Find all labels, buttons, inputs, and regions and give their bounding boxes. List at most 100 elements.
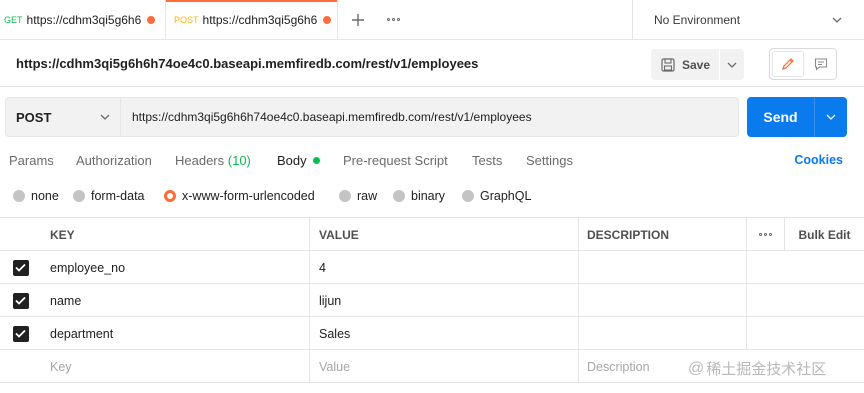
radio-label: none bbox=[31, 189, 59, 203]
row-checkbox[interactable] bbox=[12, 292, 29, 309]
radio-circle-icon bbox=[73, 190, 85, 202]
request-header: https://cdhm3qi5g6h6h74oe4c0.baseapi.mem… bbox=[0, 41, 864, 87]
unsaved-dot-icon bbox=[323, 16, 331, 24]
radio-x-www-form-urlencoded[interactable]: x-www-form-urlencoded bbox=[164, 189, 315, 203]
radio-form-data[interactable]: form-data bbox=[73, 189, 145, 203]
checkmark-icon bbox=[15, 296, 26, 305]
row-check-cell bbox=[0, 317, 41, 350]
key-cell[interactable]: employee_no bbox=[41, 251, 310, 284]
header-check-cell bbox=[0, 218, 41, 251]
edit-mode-button[interactable] bbox=[772, 51, 804, 77]
chevron-down-icon bbox=[832, 17, 842, 23]
cookies-link[interactable]: Cookies bbox=[794, 153, 843, 167]
pencil-icon bbox=[782, 58, 794, 70]
tab-method: POST bbox=[174, 15, 199, 25]
radio-selected-icon bbox=[164, 190, 176, 202]
request-tab-post[interactable]: POST https://cdhm3qi5g6h6 bbox=[166, 0, 338, 40]
radio-label: binary bbox=[411, 189, 446, 203]
view-toggle bbox=[769, 48, 837, 80]
key-cell[interactable]: department bbox=[41, 317, 310, 350]
tab-authorization[interactable]: Authorization bbox=[76, 153, 152, 168]
checkmark-icon bbox=[15, 263, 26, 272]
radio-circle-icon bbox=[462, 190, 474, 202]
radio-label: GraphQL bbox=[480, 189, 532, 203]
tab-body-label: Body bbox=[277, 153, 307, 168]
column-header-value: VALUE bbox=[310, 218, 579, 251]
column-options-button[interactable] bbox=[747, 218, 785, 251]
request-bar: POST bbox=[5, 97, 739, 137]
table-header-row: KEY VALUE DESCRIPTION Bulk Edit bbox=[0, 218, 864, 251]
column-header-key: KEY bbox=[41, 218, 310, 251]
description-cell[interactable] bbox=[579, 251, 747, 284]
row-checkbox[interactable] bbox=[12, 259, 29, 276]
send-button-group: Send bbox=[747, 97, 847, 137]
radio-binary[interactable]: binary bbox=[393, 189, 445, 203]
value-cell[interactable]: 4 bbox=[310, 251, 579, 284]
unsaved-dot-icon bbox=[147, 16, 156, 24]
method-label: POST bbox=[16, 109, 52, 125]
tab-url: https://cdhm3qi5g6h6 bbox=[26, 13, 142, 27]
value-placeholder[interactable]: Value bbox=[310, 350, 579, 383]
radio-raw[interactable]: raw bbox=[339, 189, 377, 203]
body-type-selector: none form-data x-www-form-urlencoded raw… bbox=[0, 186, 864, 208]
environment-selector[interactable]: No Environment bbox=[632, 0, 864, 40]
method-select[interactable]: POST bbox=[6, 98, 121, 136]
request-title[interactable]: https://cdhm3qi5g6h6h74oe4c0.baseapi.mem… bbox=[16, 56, 478, 71]
table-row: employee_no 4 bbox=[0, 251, 864, 284]
save-options-button[interactable] bbox=[720, 49, 744, 80]
value-cell[interactable]: lijun bbox=[310, 284, 579, 317]
chevron-down-icon bbox=[727, 62, 737, 68]
at-icon: @ bbox=[688, 359, 705, 377]
tab-pre-request-script[interactable]: Pre-request Script bbox=[343, 153, 448, 168]
request-tabs: Params Authorization Headers (10) Body P… bbox=[0, 146, 864, 176]
radio-none[interactable]: none bbox=[13, 189, 59, 203]
value-cell[interactable]: Sales bbox=[310, 317, 579, 350]
save-label: Save bbox=[682, 57, 711, 72]
radio-graphql[interactable]: GraphQL bbox=[462, 189, 531, 203]
body-indicator-dot bbox=[312, 157, 320, 164]
watermark-text: 稀土掘金技术社区 bbox=[706, 361, 827, 378]
row-check-cell bbox=[0, 284, 41, 317]
description-cell[interactable] bbox=[579, 317, 747, 350]
bulk-edit-button[interactable]: Bulk Edit bbox=[785, 218, 864, 251]
column-header-description: DESCRIPTION bbox=[579, 218, 747, 251]
more-horizontal-icon bbox=[386, 18, 400, 21]
url-input[interactable] bbox=[122, 98, 738, 136]
request-tab-get[interactable]: GET https://cdhm3qi5g6h6 bbox=[0, 0, 166, 40]
row-check-cell bbox=[0, 350, 41, 383]
row-checkbox[interactable] bbox=[12, 325, 29, 342]
row-check-cell bbox=[0, 251, 41, 284]
description-cell[interactable] bbox=[579, 284, 747, 317]
radio-label: raw bbox=[357, 189, 378, 203]
environment-label: No Environment bbox=[654, 13, 741, 27]
save-button[interactable]: Save bbox=[651, 49, 719, 80]
key-placeholder[interactable]: Key bbox=[41, 350, 310, 383]
radio-circle-icon bbox=[393, 190, 405, 202]
tab-url: https://cdhm3qi5g6h6 bbox=[202, 13, 317, 27]
tab-body[interactable]: Body bbox=[277, 153, 320, 168]
key-cell[interactable]: name bbox=[41, 284, 310, 317]
plus-icon bbox=[352, 13, 364, 26]
chevron-down-icon bbox=[100, 114, 110, 120]
tab-options-button[interactable] bbox=[378, 0, 408, 39]
comments-mode-button[interactable] bbox=[806, 49, 836, 79]
chevron-down-icon bbox=[826, 114, 836, 120]
tab-headers-label: Headers bbox=[175, 153, 225, 168]
radio-circle-icon bbox=[339, 190, 351, 202]
radio-circle-icon bbox=[13, 190, 25, 202]
send-options-button[interactable] bbox=[814, 97, 847, 137]
table-row: department Sales bbox=[0, 317, 864, 350]
new-tab-button[interactable] bbox=[338, 0, 378, 39]
table-row: name lijun bbox=[0, 284, 864, 317]
tab-method: GET bbox=[4, 15, 23, 25]
headers-count: (10) bbox=[227, 153, 251, 168]
watermark: @ 稀土掘金技术社区 bbox=[688, 358, 826, 379]
radio-label: x-www-form-urlencoded bbox=[182, 189, 315, 203]
more-horizontal-icon bbox=[759, 233, 772, 236]
tab-headers[interactable]: Headers (10) bbox=[175, 153, 251, 168]
send-button[interactable]: Send bbox=[747, 109, 814, 125]
comment-icon bbox=[814, 58, 828, 71]
tab-tests[interactable]: Tests bbox=[472, 153, 502, 168]
tab-settings[interactable]: Settings bbox=[526, 153, 573, 168]
tab-params[interactable]: Params bbox=[9, 153, 54, 168]
